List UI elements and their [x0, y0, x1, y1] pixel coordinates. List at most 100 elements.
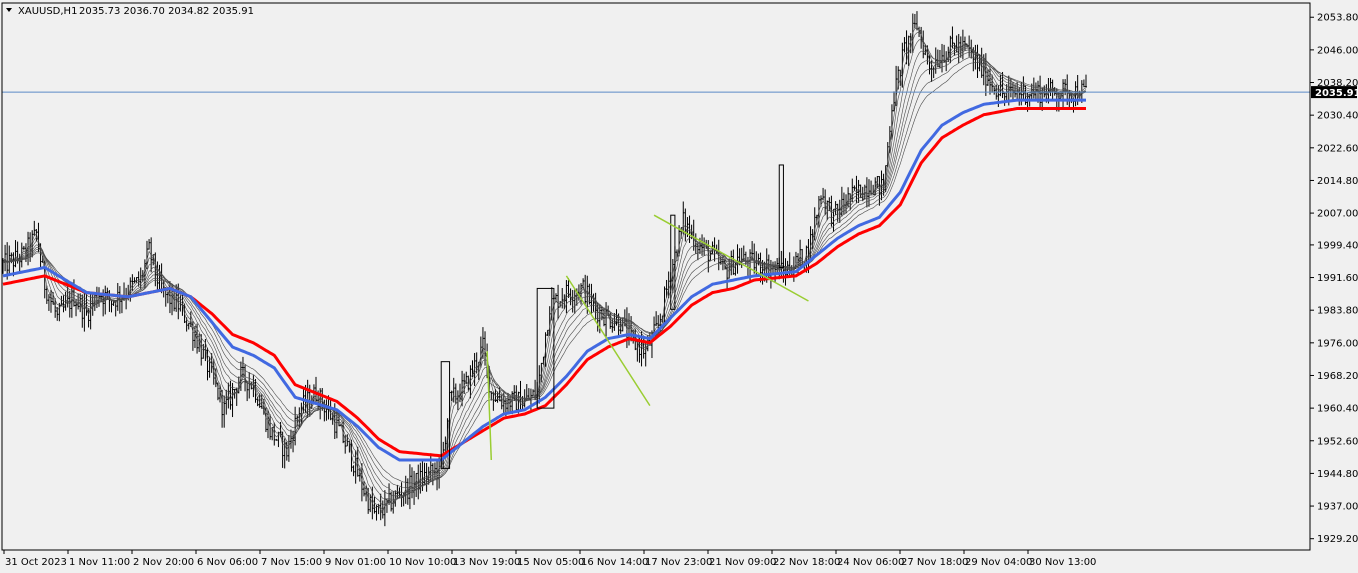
- candle: [832, 208, 835, 232]
- candle: [953, 42, 956, 56]
- dropdown-triangle-icon[interactable]: [6, 8, 12, 12]
- ohlc-values: 2035.73 2036.70 2034.82 2035.91: [79, 6, 254, 17]
- candle: [628, 313, 631, 346]
- candle: [191, 321, 194, 351]
- candle: [561, 288, 564, 309]
- candle: [1082, 79, 1085, 88]
- candle: [492, 391, 495, 411]
- candle: [225, 389, 228, 415]
- candle: [135, 277, 138, 283]
- candle: [853, 185, 856, 191]
- candle: [1003, 92, 1006, 106]
- time-tick-label: 9 Nov 01:00: [325, 557, 386, 568]
- candle: [897, 66, 900, 90]
- price-tick-label: 1983.80: [1317, 306, 1358, 317]
- candle: [915, 11, 918, 31]
- candle: [62, 295, 65, 313]
- price-tick-label: 1952.60: [1317, 436, 1358, 447]
- candle: [744, 251, 747, 265]
- ma-line: [2, 107, 1086, 458]
- price-tick-label: 1929.20: [1317, 534, 1358, 545]
- candle: [757, 253, 760, 266]
- time-tick-label: 30 Nov 13:00: [1029, 557, 1096, 568]
- candle: [941, 43, 944, 73]
- time-tick-label: 6 Nov 06:00: [197, 557, 258, 568]
- time-tick-label: 22 Nov 18:00: [773, 557, 840, 568]
- ma-line-grey: [2, 52, 1087, 493]
- candle: [753, 243, 756, 274]
- symbol-label: XAUUSD,H1: [18, 6, 77, 17]
- price-tick-label: 2007.00: [1317, 209, 1358, 220]
- candle: [436, 459, 439, 491]
- candle: [373, 496, 376, 514]
- candle: [932, 66, 935, 79]
- candle: [400, 482, 403, 507]
- price-tick-label: 1999.40: [1317, 240, 1358, 251]
- candle: [429, 453, 432, 482]
- candle: [903, 37, 906, 53]
- ma-line-grey: [2, 62, 1087, 484]
- candle: [294, 406, 297, 446]
- candle: [264, 407, 267, 433]
- price-tick-label: 2053.80: [1317, 13, 1358, 24]
- candle: [58, 302, 61, 322]
- candle: [456, 390, 459, 411]
- time-tick-label: 13 Nov 19:00: [453, 557, 520, 568]
- candle: [246, 381, 249, 402]
- candle: [951, 26, 954, 48]
- ma-line-grey: [2, 31, 1087, 511]
- chart-window[interactable]: 2053.80 2046.00 2038.20 2030.40 2022.60 2014.…: [0, 0, 1358, 573]
- candle: [49, 289, 52, 313]
- candle: [22, 245, 25, 251]
- moving-averages-layer: [2, 28, 1087, 513]
- ma-line-grey: [2, 49, 1087, 497]
- candle: [363, 481, 365, 497]
- candle: [60, 295, 63, 307]
- price-tick-label: 2014.80: [1317, 176, 1358, 187]
- candle: [47, 294, 50, 311]
- candle: [484, 331, 487, 366]
- candle: [248, 372, 251, 399]
- candle: [605, 302, 608, 337]
- candle: [231, 382, 234, 418]
- candle: [208, 356, 211, 378]
- price-tick-label: 1960.40: [1317, 404, 1358, 415]
- candle: [148, 239, 151, 250]
- candle: [369, 494, 372, 513]
- price-tick-label: 1968.20: [1317, 371, 1358, 382]
- candle: [187, 322, 190, 330]
- ma-line-grey: [2, 39, 1087, 506]
- candle: [229, 380, 232, 410]
- candle: [352, 465, 355, 477]
- price-tick-label: 1937.00: [1317, 502, 1358, 513]
- time-tick-label: 1 Nov 11:00: [69, 557, 130, 568]
- candle: [223, 395, 226, 428]
- candle: [822, 187, 825, 201]
- candle: [1049, 77, 1052, 97]
- price-chart[interactable]: 2053.802046.002038.202030.402022.602014.…: [0, 0, 1358, 573]
- ma-line-grey: [2, 47, 1087, 501]
- ma-line-grey: [2, 56, 1087, 489]
- candle: [289, 429, 292, 449]
- candle: [97, 287, 100, 307]
- price-tick-label: 2030.40: [1317, 111, 1358, 122]
- candle: [636, 340, 639, 362]
- candle: [590, 283, 593, 314]
- candle: [865, 177, 868, 208]
- current-price-label: 2035.91: [1315, 88, 1358, 99]
- candle: [519, 380, 522, 412]
- candle: [454, 383, 457, 405]
- time-tick-label: 24 Nov 06:00: [837, 557, 904, 568]
- price-tick-label: 2046.00: [1317, 45, 1358, 56]
- candle: [83, 293, 86, 332]
- time-tick-label: 7 Nov 15:00: [261, 557, 322, 568]
- candle: [35, 229, 38, 242]
- candle: [281, 431, 284, 468]
- plot-frame: [1, 2, 1311, 551]
- candle: [655, 311, 658, 327]
- candle: [77, 293, 80, 310]
- candle: [824, 189, 827, 216]
- time-tick-label: 16 Nov 14:00: [581, 557, 648, 568]
- candle: [945, 51, 948, 72]
- candle: [325, 399, 328, 421]
